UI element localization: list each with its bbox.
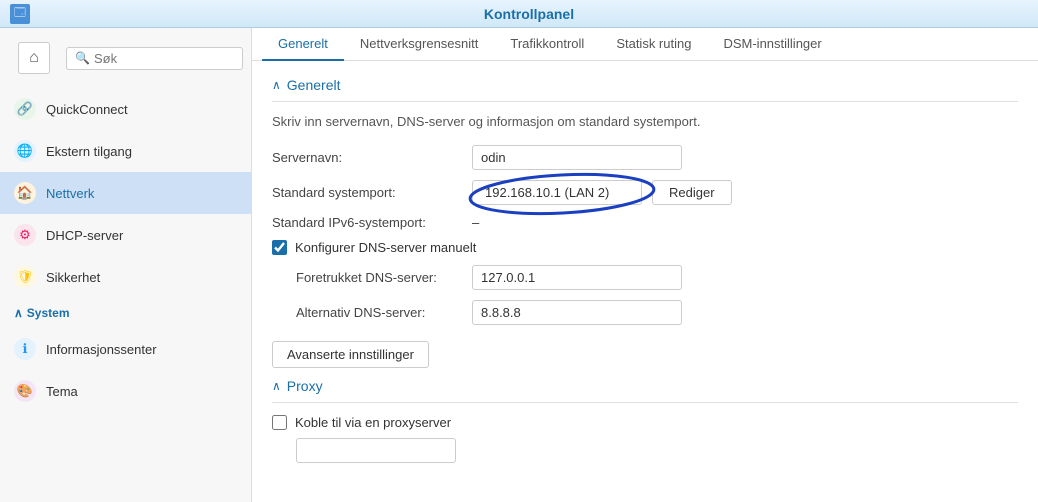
tab-trafikkontroll[interactable]: Trafikkontroll xyxy=(494,28,600,61)
proxy-checkbox-row: Koble til via en proxyserver xyxy=(272,415,1018,430)
sidebar-item-info[interactable]: ℹ Informasjonssenter xyxy=(0,328,251,370)
servernavn-label: Servernavn: xyxy=(272,150,472,165)
dns-checkbox-label: Konfigurer DNS-server manuelt xyxy=(295,240,476,255)
sidebar-label-tema: Tema xyxy=(46,384,78,399)
info-icon: ℹ xyxy=(14,338,36,360)
sidebar-item-tema[interactable]: 🎨 Tema xyxy=(0,370,251,412)
sidebar-item-dhcp[interactable]: ⚙ DHCP-server xyxy=(0,214,251,256)
tab-statisk-ruting[interactable]: Statisk ruting xyxy=(600,28,707,61)
generelt-chevron-icon: ∧ xyxy=(272,78,281,92)
main-layout: ⌂ 🔍 🔗 QuickConnect 🌐 Ekstern tilgang 🏠 N… xyxy=(0,28,1038,502)
generelt-title: Generelt xyxy=(287,77,341,93)
rediger-button[interactable]: Rediger xyxy=(652,180,732,205)
alternativ-dns-row: Alternativ DNS-server: xyxy=(296,300,1018,325)
quickconnect-icon: 🔗 xyxy=(14,98,36,120)
proxy-input-row xyxy=(296,438,1018,463)
chevron-down-icon: ∧ xyxy=(14,306,23,320)
systemport-display: 192.168.10.1 (LAN 2) xyxy=(472,180,642,205)
ipv6-value: – xyxy=(472,215,479,230)
app-icon: 🗔 xyxy=(10,4,30,24)
search-box: 🔍 xyxy=(66,47,243,70)
top-bar: 🗔 Kontrollpanel xyxy=(0,0,1038,28)
ipv6-label: Standard IPv6-systemport: xyxy=(272,215,472,230)
proxy-title: Proxy xyxy=(287,378,323,394)
sidebar: ⌂ 🔍 🔗 QuickConnect 🌐 Ekstern tilgang 🏠 N… xyxy=(0,28,252,502)
search-input[interactable] xyxy=(94,51,234,66)
proxy-section: ∧ Proxy Koble til via en proxyserver xyxy=(272,378,1018,463)
panel-content: ∧ Generelt Skriv inn servernavn, DNS-ser… xyxy=(252,61,1038,479)
home-button[interactable]: ⌂ xyxy=(18,42,50,74)
sidebar-item-ekstern[interactable]: 🌐 Ekstern tilgang xyxy=(0,130,251,172)
systemport-value: 192.168.10.1 (LAN 2) xyxy=(472,180,642,205)
app-title: Kontrollpanel xyxy=(30,6,1028,22)
systemport-label: Standard systemport: xyxy=(272,185,472,200)
avanserte-row: Avanserte innstillinger xyxy=(272,335,1018,368)
proxy-server-input[interactable] xyxy=(296,438,456,463)
proxy-checkbox-label: Koble til via en proxyserver xyxy=(295,415,451,430)
servernavn-row: Servernavn: xyxy=(272,145,1018,170)
sidebar-label-sikkerhet: Sikkerhet xyxy=(46,270,100,285)
alternativ-dns-label: Alternativ DNS-server: xyxy=(296,305,472,320)
foretrukket-dns-input[interactable] xyxy=(472,265,682,290)
avanserte-button[interactable]: Avanserte innstillinger xyxy=(272,341,429,368)
sidebar-label-ekstern: Ekstern tilgang xyxy=(46,144,132,159)
extern-icon: 🌐 xyxy=(14,140,36,162)
systemport-row: Standard systemport: 192.168.10.1 (LAN 2… xyxy=(272,180,1018,205)
sidebar-label-dhcp: DHCP-server xyxy=(46,228,123,243)
proxy-checkbox[interactable] xyxy=(272,415,287,430)
sikkerhet-icon: 🛡 xyxy=(14,266,36,288)
foretrukket-dns-row: Foretrukket DNS-server: xyxy=(296,265,1018,290)
sidebar-item-sikkerhet[interactable]: 🛡 Sikkerhet xyxy=(0,256,251,298)
tab-generelt[interactable]: Generelt xyxy=(262,28,344,61)
servernavn-input[interactable] xyxy=(472,145,682,170)
dns-checkbox[interactable] xyxy=(272,240,287,255)
proxy-section-header: ∧ Proxy xyxy=(272,378,1018,403)
sidebar-label-quickconnect: QuickConnect xyxy=(46,102,128,117)
tab-nettverksgrensesnitt[interactable]: Nettverksgrensesnitt xyxy=(344,28,495,61)
sidebar-label-info: Informasjonssenter xyxy=(46,342,157,357)
sidebar-label-nettverk: Nettverk xyxy=(46,186,94,201)
foretrukket-dns-label: Foretrukket DNS-server: xyxy=(296,270,472,285)
generelt-description: Skriv inn servernavn, DNS-server og info… xyxy=(272,114,1018,129)
tab-bar: Generelt Nettverksgrensesnitt Trafikkont… xyxy=(252,28,1038,61)
sidebar-item-quickconnect[interactable]: 🔗 QuickConnect xyxy=(0,88,251,130)
system-section-header: ∧ System xyxy=(0,298,251,328)
generelt-section-header: ∧ Generelt xyxy=(272,77,1018,102)
tab-dsm-innstillinger[interactable]: DSM-innstillinger xyxy=(707,28,837,61)
alternativ-dns-input[interactable] xyxy=(472,300,682,325)
content-area: Generelt Nettverksgrensesnitt Trafikkont… xyxy=(252,28,1038,502)
sidebar-item-nettverk[interactable]: 🏠 Nettverk xyxy=(0,172,251,214)
ipv6-row: Standard IPv6-systemport: – xyxy=(272,215,1018,230)
dhcp-icon: ⚙ xyxy=(14,224,36,246)
search-icon: 🔍 xyxy=(75,51,90,65)
tema-icon: 🎨 xyxy=(14,380,36,402)
proxy-chevron-icon: ∧ xyxy=(272,379,281,393)
dns-checkbox-row: Konfigurer DNS-server manuelt xyxy=(272,240,1018,255)
nettverk-icon: 🏠 xyxy=(14,182,36,204)
